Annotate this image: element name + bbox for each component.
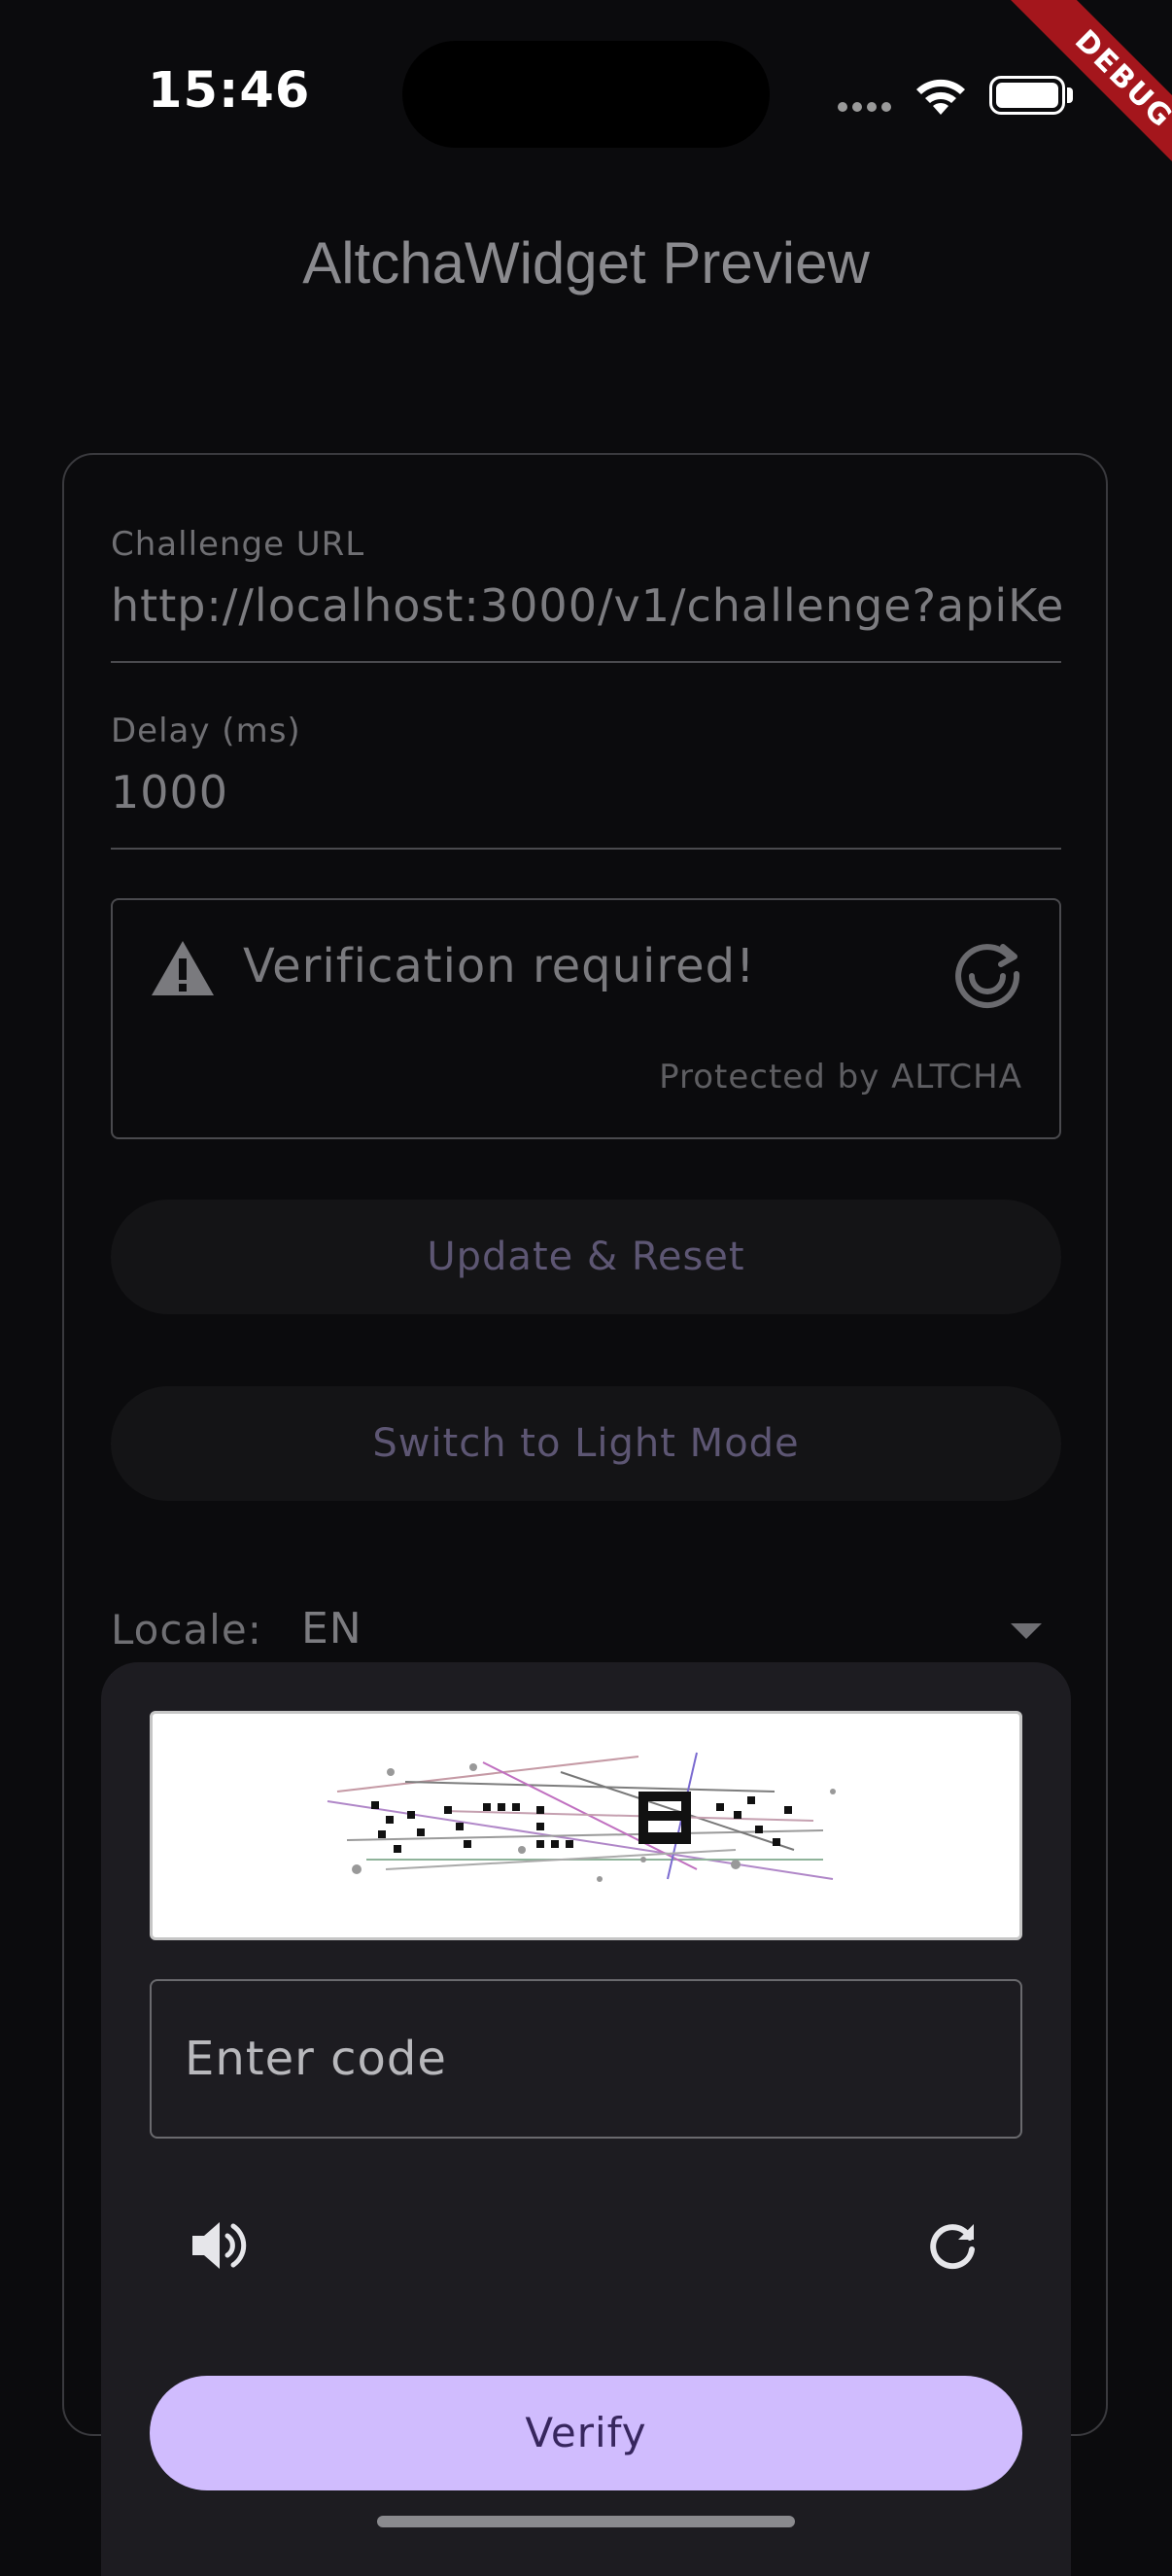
altcha-refresh-icon[interactable]: [950, 937, 1024, 1011]
wifi-icon: [916, 79, 965, 115]
dynamic-island: [402, 41, 770, 148]
dropdown-arrow-icon[interactable]: [1011, 1623, 1042, 1639]
reload-icon: [930, 2224, 975, 2270]
altcha-footer: Protected by ALTCHA: [659, 1058, 1022, 1097]
audio-captcha-button[interactable]: [179, 2207, 257, 2284]
delay-underline: [111, 848, 1061, 850]
locale-label: Locale:: [111, 1606, 262, 1654]
delay-input[interactable]: 1000: [111, 766, 1061, 818]
page-title: AltchaWidget Preview: [302, 230, 870, 296]
captcha-noise-graphic: [327, 1752, 836, 1882]
update-reset-button[interactable]: Update & Reset: [111, 1200, 1061, 1314]
cellular-signal-icon: [838, 97, 896, 116]
debug-banner-label: DEBUG: [1003, 0, 1172, 200]
status-time: 15:46: [148, 62, 311, 120]
captcha-code-input[interactable]: [150, 1979, 1022, 2139]
switch-theme-button[interactable]: Switch to Light Mode: [111, 1386, 1061, 1501]
verify-button[interactable]: Verify: [150, 2376, 1022, 2490]
home-indicator: [377, 2516, 795, 2527]
warning-icon: [152, 941, 214, 995]
challenge-url-underline: [111, 661, 1061, 663]
reload-captcha-button[interactable]: [913, 2207, 991, 2284]
altcha-status-text: Verification required!: [243, 939, 756, 993]
altcha-widget[interactable]: [111, 898, 1061, 1139]
challenge-url-input[interactable]: http://localhost:3000/v1/challenge?apiKe…: [111, 579, 1061, 632]
speaker-icon: [192, 2222, 247, 2269]
locale-select[interactable]: EN: [301, 1604, 362, 1654]
delay-label: Delay (ms): [111, 712, 301, 750]
captcha-image: [150, 1711, 1022, 1940]
challenge-url-label: Challenge URL: [111, 525, 365, 564]
debug-banner: DEBUG: [968, 0, 1172, 204]
